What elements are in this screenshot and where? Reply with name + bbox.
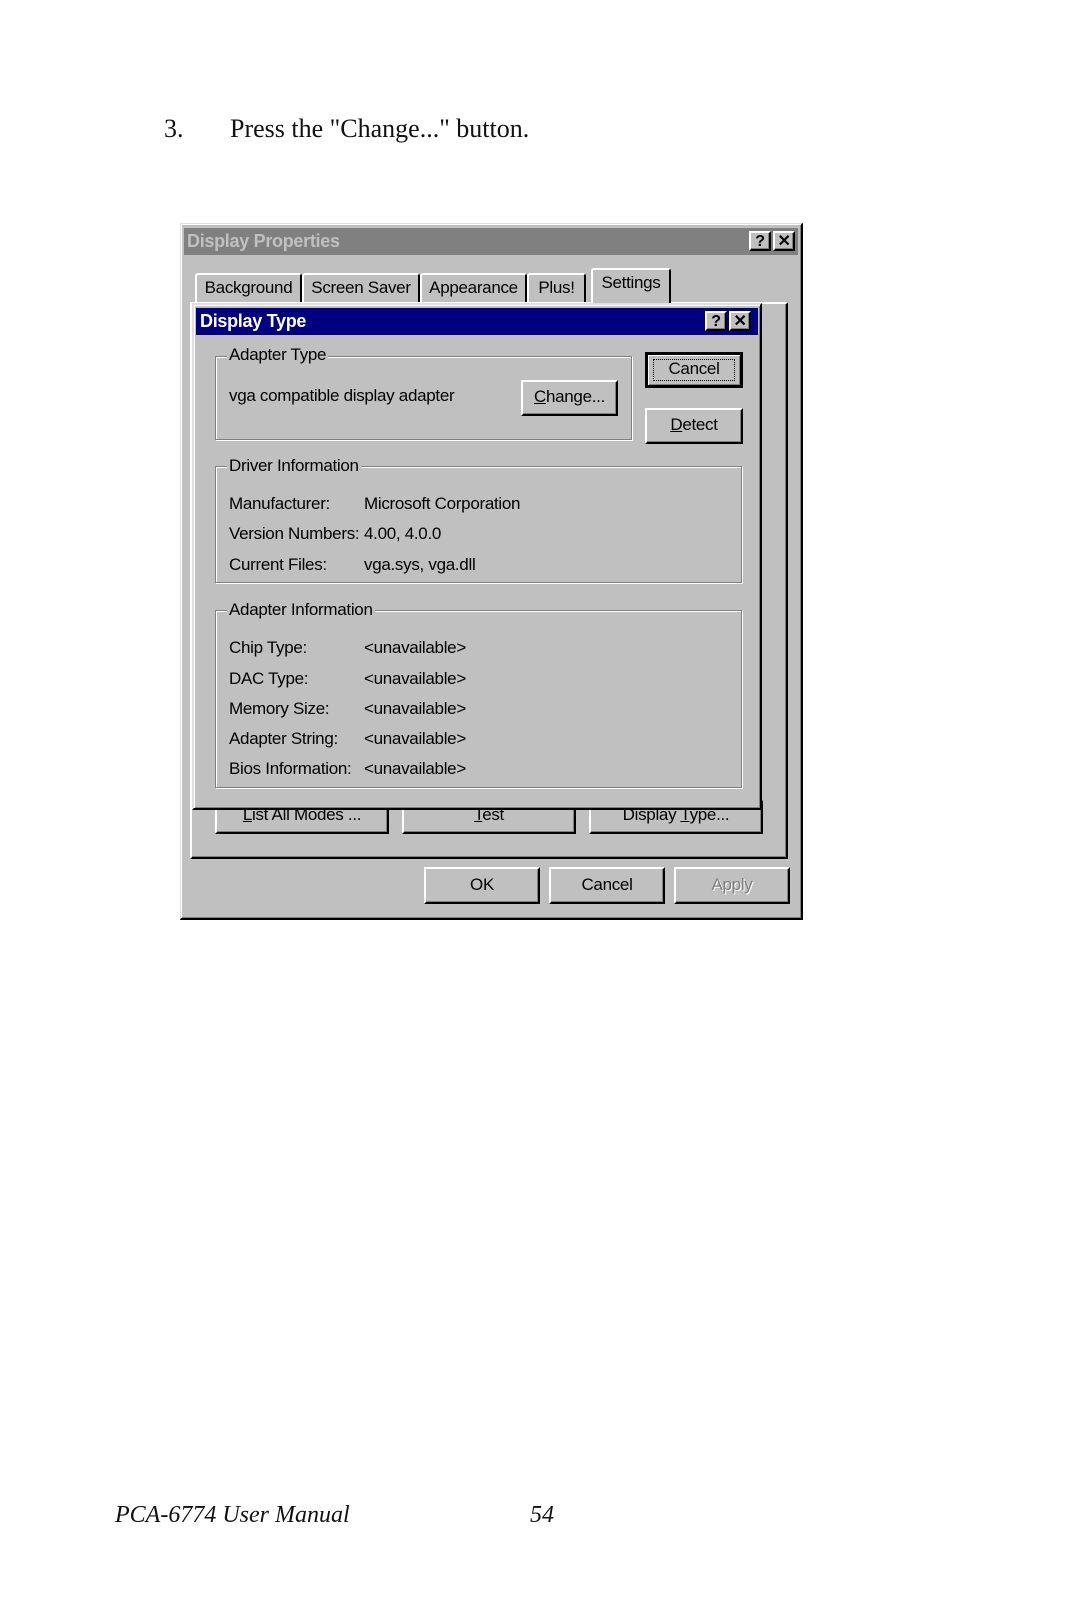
display-type-cancel-button[interactable]: Cancel <box>645 352 743 388</box>
step-instruction: Press the "Change..." button. <box>230 114 530 143</box>
change-label: hange... <box>545 387 606 406</box>
help-icon[interactable]: ? <box>705 311 727 331</box>
version-numbers-value: 4.00, 4.0.0 <box>364 524 442 543</box>
dac-type-value: <unavailable> <box>364 669 466 688</box>
tab-background[interactable]: Background <box>195 273 302 302</box>
focus-rectangle <box>653 359 735 381</box>
tab-plus[interactable]: Plus! <box>527 273 586 302</box>
step-number: 3. <box>164 114 184 143</box>
footer-manual-title: PCA-6774 User Manual <box>115 1502 350 1528</box>
display-properties-title: Display Properties <box>187 231 340 251</box>
chip-type-label: Chip Type: <box>229 638 307 657</box>
adapter-string-value: <unavailable> <box>364 729 466 748</box>
adapter-string-label: Adapter String: <box>229 729 338 748</box>
change-key: C <box>533 387 546 406</box>
current-files-value: vga.sys, vga.dll <box>364 555 476 574</box>
manufacturer-value: Microsoft Corporation <box>364 494 521 513</box>
tab-screen-saver[interactable]: Screen Saver <box>302 273 420 302</box>
dac-type-label: DAC Type: <box>229 669 309 688</box>
footer-page-number: 54 <box>530 1502 554 1528</box>
ok-button[interactable]: OK <box>424 867 540 904</box>
detect-label: etect <box>682 415 718 434</box>
cancel-button[interactable]: Cancel <box>549 867 665 904</box>
memory-size-value: <unavailable> <box>364 699 466 718</box>
help-icon[interactable]: ? <box>749 231 771 251</box>
adapter-type-value: vga compatible display adapter <box>229 386 455 405</box>
bios-information-value: <unavailable> <box>364 759 466 778</box>
chip-type-value: <unavailable> <box>364 638 466 657</box>
memory-size-label: Memory Size: <box>229 699 330 718</box>
current-files-label: Current Files: <box>229 555 327 574</box>
detect-button[interactable]: Detect <box>645 408 743 444</box>
close-icon[interactable]: ✕ <box>773 231 795 251</box>
version-numbers-label: Version Numbers: <box>229 524 360 543</box>
tab-appearance[interactable]: Appearance <box>420 273 527 302</box>
display-type-title: Display Type <box>200 311 307 331</box>
close-icon[interactable]: ✕ <box>729 311 751 331</box>
bios-information-label: Bios Information: <box>229 759 352 778</box>
tab-settings[interactable]: Settings <box>591 268 671 304</box>
adapter-type-group-label: Adapter Type <box>227 345 329 365</box>
manufacturer-label: Manufacturer: <box>229 494 330 513</box>
detect-key: D <box>670 415 683 434</box>
apply-button[interactable]: Apply <box>674 867 790 904</box>
adapter-information-group-label: Adapter Information <box>227 600 375 620</box>
driver-information-group-label: Driver Information <box>227 456 361 476</box>
change-button[interactable]: Change... <box>521 380 618 416</box>
